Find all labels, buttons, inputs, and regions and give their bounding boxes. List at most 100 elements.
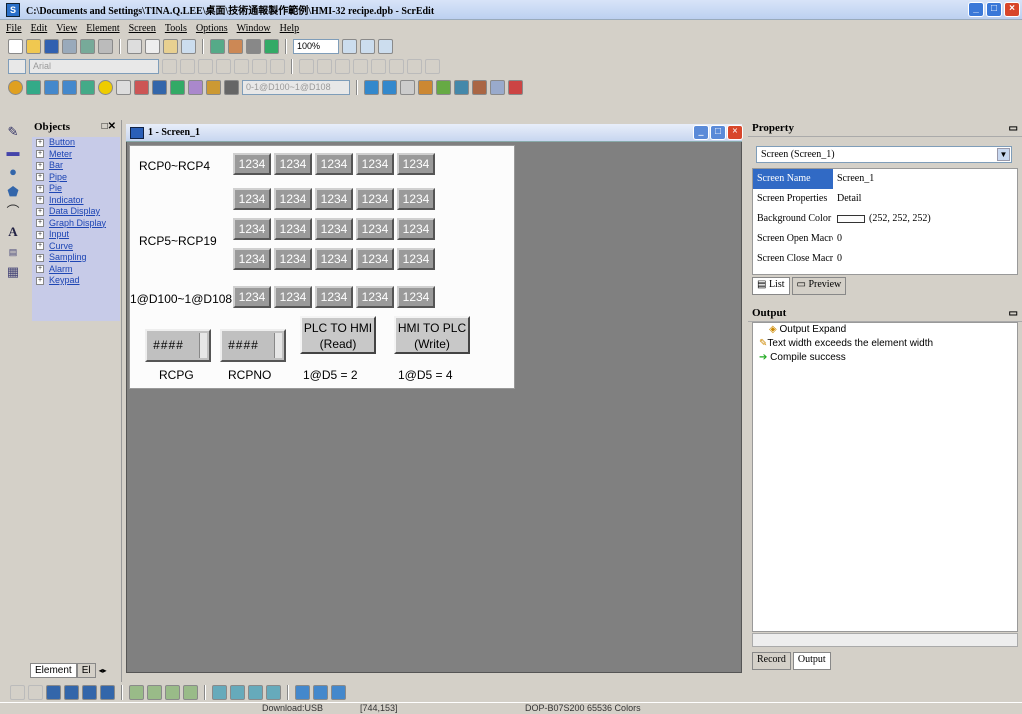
align-center-icon[interactable] bbox=[180, 58, 195, 74]
zoom-in-icon[interactable] bbox=[342, 38, 357, 54]
close-button[interactable]: × bbox=[1004, 2, 1020, 17]
object-input[interactable]: + Input bbox=[32, 229, 120, 241]
stop-icon[interactable] bbox=[98, 38, 113, 54]
pie-element-icon[interactable] bbox=[80, 79, 95, 95]
prop-row-screen-properties[interactable]: Screen Properties Detail bbox=[753, 189, 1017, 209]
memory-icon[interactable] bbox=[454, 79, 469, 95]
object-indicator[interactable]: + Indicator bbox=[32, 195, 120, 207]
prop-row-close-macro[interactable]: Screen Close Macro 0 bbox=[753, 249, 1017, 269]
same-size-icon[interactable] bbox=[248, 684, 263, 700]
distribute-v-icon[interactable] bbox=[313, 684, 328, 700]
distribute-h-icon[interactable] bbox=[295, 684, 310, 700]
space-evenly-icon[interactable] bbox=[266, 684, 281, 700]
numeric-display[interactable]: 1234 bbox=[233, 286, 271, 308]
undo-icon[interactable] bbox=[62, 38, 77, 54]
bring-front-icon[interactable] bbox=[407, 58, 422, 74]
object-alarm[interactable]: + Alarm bbox=[32, 264, 120, 276]
save-icon[interactable] bbox=[44, 38, 59, 54]
numeric-display[interactable]: 1234 bbox=[315, 153, 353, 175]
prop-row-open-macro[interactable]: Screen Open Macro 0 bbox=[753, 229, 1017, 249]
object-graph-display[interactable]: + Graph Display bbox=[32, 218, 120, 230]
menu-element[interactable]: Element bbox=[86, 23, 119, 34]
output-horizontal-scrollbar[interactable] bbox=[752, 633, 1018, 647]
tab-el[interactable]: El bbox=[76, 662, 96, 678]
screen-maximize-button[interactable]: □ bbox=[710, 125, 726, 140]
numeric-display[interactable]: 1234 bbox=[274, 153, 312, 175]
open-folder-icon[interactable] bbox=[26, 38, 41, 54]
object-keypad[interactable]: + Keypad bbox=[32, 275, 120, 287]
fill-color-icon[interactable] bbox=[317, 58, 332, 74]
numeric-display[interactable]: 1234 bbox=[315, 286, 353, 308]
alarm-element-icon[interactable] bbox=[206, 79, 221, 95]
numeric-display[interactable]: 1234 bbox=[315, 218, 353, 240]
font-size-select[interactable] bbox=[8, 58, 26, 74]
screen-minimize-button[interactable]: _ bbox=[693, 125, 709, 140]
numeric-display[interactable]: 1234 bbox=[274, 188, 312, 210]
prop-row-background-color[interactable]: Background Color (252, 252, 252) bbox=[753, 209, 1017, 229]
text-color-icon[interactable] bbox=[216, 58, 231, 74]
rectangle-icon[interactable]: ▬ bbox=[5, 144, 21, 160]
pin-icon[interactable]: ▭ bbox=[1009, 306, 1018, 322]
rcpg-input[interactable]: #### bbox=[145, 329, 211, 362]
numeric-display[interactable]: 1234 bbox=[315, 248, 353, 270]
numeric-display[interactable]: 1234 bbox=[356, 188, 394, 210]
simulate-icon[interactable] bbox=[264, 38, 279, 54]
numeric-display[interactable]: 1234 bbox=[397, 218, 435, 240]
sampling-element-icon[interactable] bbox=[188, 79, 203, 95]
menu-screen[interactable]: Screen bbox=[129, 23, 156, 34]
config-icon[interactable] bbox=[508, 79, 523, 95]
menu-window[interactable]: Window bbox=[237, 23, 271, 34]
menu-view[interactable]: View bbox=[56, 23, 77, 34]
object-button[interactable]: + Button bbox=[32, 137, 120, 149]
object-pipe[interactable]: + Pipe bbox=[32, 172, 120, 184]
tab-element[interactable]: Element bbox=[30, 662, 77, 678]
bold-icon[interactable] bbox=[234, 58, 249, 74]
tab-list[interactable]: ▤ List bbox=[752, 277, 790, 295]
screen-property-icon[interactable] bbox=[400, 79, 415, 95]
align-center-icon[interactable] bbox=[183, 684, 198, 700]
meter-element-icon[interactable] bbox=[26, 79, 41, 95]
numeric-display[interactable]: 1234 bbox=[356, 286, 394, 308]
align-bottom-icon[interactable] bbox=[165, 684, 180, 700]
scale-icon[interactable]: ▤ bbox=[5, 244, 21, 260]
same-height-icon[interactable] bbox=[230, 684, 245, 700]
numeric-display[interactable]: 1234 bbox=[274, 286, 312, 308]
plc-to-hmi-button[interactable]: PLC TO HMI (Read) bbox=[300, 316, 376, 354]
tab-record[interactable]: Record bbox=[752, 652, 791, 670]
screen-close-button[interactable]: × bbox=[727, 125, 743, 140]
numeric-display[interactable]: 1234 bbox=[274, 218, 312, 240]
curve-element-icon[interactable] bbox=[170, 79, 185, 95]
table-icon[interactable]: ▦ bbox=[5, 264, 21, 280]
group-icon[interactable] bbox=[371, 58, 386, 74]
circle-icon[interactable]: ● bbox=[5, 164, 21, 180]
pin-icon[interactable]: ▭ bbox=[1009, 121, 1018, 137]
new-file-icon[interactable] bbox=[8, 38, 23, 54]
send-back-icon[interactable] bbox=[425, 58, 440, 74]
align-top-icon[interactable] bbox=[129, 684, 144, 700]
send-to-back-icon[interactable] bbox=[64, 684, 79, 700]
address-select[interactable]: 0-1@D100~1@D108 bbox=[242, 79, 350, 95]
arc-icon[interactable]: ⌒ bbox=[5, 204, 21, 220]
numeric-display[interactable]: 1234 bbox=[356, 153, 394, 175]
data-display-icon[interactable] bbox=[116, 79, 131, 95]
menu-help[interactable]: Help bbox=[280, 23, 299, 34]
numeric-display[interactable]: 1234 bbox=[233, 153, 271, 175]
pencil-icon[interactable]: ✎ bbox=[5, 124, 21, 140]
align-middle-icon[interactable] bbox=[147, 684, 162, 700]
menu-options[interactable]: Options bbox=[196, 23, 228, 34]
minimize-button[interactable]: _ bbox=[968, 2, 984, 17]
chevron-down-icon[interactable]: ▼ bbox=[997, 148, 1010, 161]
numeric-display[interactable]: 1234 bbox=[397, 188, 435, 210]
object-sampling[interactable]: + Sampling bbox=[32, 252, 120, 264]
object-curve[interactable]: + Curve bbox=[32, 241, 120, 253]
object-bar[interactable]: + Bar bbox=[32, 160, 120, 172]
objects-close-icon[interactable]: □✕ bbox=[102, 121, 116, 132]
copy-icon[interactable] bbox=[145, 38, 160, 54]
font-select[interactable]: Arial bbox=[29, 58, 159, 74]
menu-tools[interactable]: Tools bbox=[165, 23, 187, 34]
bring-to-front-icon[interactable] bbox=[46, 684, 61, 700]
cut-icon[interactable] bbox=[127, 38, 142, 54]
keypad-element-icon[interactable] bbox=[224, 79, 239, 95]
text-tool-icon[interactable]: A bbox=[5, 224, 21, 240]
same-width-icon[interactable] bbox=[212, 684, 227, 700]
